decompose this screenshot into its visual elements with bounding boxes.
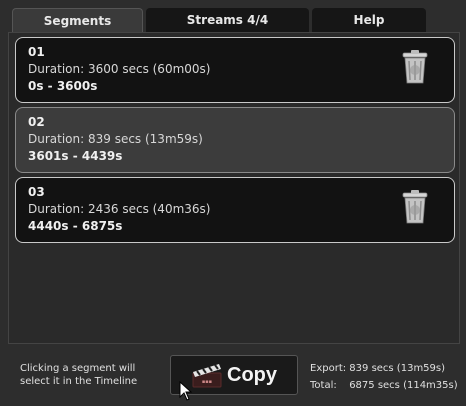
segments-panel: 01 Duration: 3600 secs (60m00s) 0s - 360… xyxy=(8,32,460,344)
segment-number: 01 xyxy=(28,45,45,59)
segment-duration: Duration: 3600 secs (60m00s) xyxy=(28,62,211,76)
segment-item-03[interactable]: 03 Duration: 2436 secs (40m36s) 4440s - … xyxy=(15,177,455,243)
segment-range: 0s - 3600s xyxy=(28,79,98,93)
segment-item-01[interactable]: 01 Duration: 3600 secs (60m00s) 0s - 360… xyxy=(15,37,455,103)
total-row: Total: 6875 secs (114m35s) xyxy=(310,377,460,394)
clapperboard-icon: ▪▪▪ xyxy=(192,364,222,388)
tab-bar: Segments Streams 4/4 Help xyxy=(12,8,458,34)
svg-text:▪▪▪: ▪▪▪ xyxy=(202,379,212,385)
export-stats: Export: 839 secs (13m59s) Total: 6875 se… xyxy=(310,360,460,394)
total-value: 6875 secs (114m35s) xyxy=(349,380,458,391)
export-value: 839 secs (13m59s) xyxy=(349,363,446,374)
segment-number: 03 xyxy=(28,185,45,199)
copy-label: Copy xyxy=(227,363,277,386)
mouse-cursor-icon xyxy=(179,381,193,401)
segment-number: 02 xyxy=(28,115,45,129)
segment-range: 3601s - 4439s xyxy=(28,149,123,163)
export-label: Export: xyxy=(310,363,347,374)
footer-hint: Clicking a segment will select it in the… xyxy=(20,363,138,387)
trash-icon[interactable] xyxy=(400,189,430,225)
segment-range: 4440s - 6875s xyxy=(28,219,123,233)
segments-window: Segments Streams 4/4 Help 01 Duration: 3… xyxy=(0,0,466,406)
total-label: Total: xyxy=(310,380,337,391)
tab-help[interactable]: Help xyxy=(312,8,426,34)
segment-item-02[interactable]: 02 Duration: 839 secs (13m59s) 3601s - 4… xyxy=(15,107,455,173)
tab-streams[interactable]: Streams 4/4 xyxy=(146,8,309,34)
tab-segments[interactable]: Segments xyxy=(12,8,143,34)
segment-duration: Duration: 2436 secs (40m36s) xyxy=(28,202,211,216)
segment-duration: Duration: 839 secs (13m59s) xyxy=(28,132,203,146)
export-row: Export: 839 secs (13m59s) xyxy=(310,360,460,377)
trash-icon[interactable] xyxy=(400,49,430,85)
